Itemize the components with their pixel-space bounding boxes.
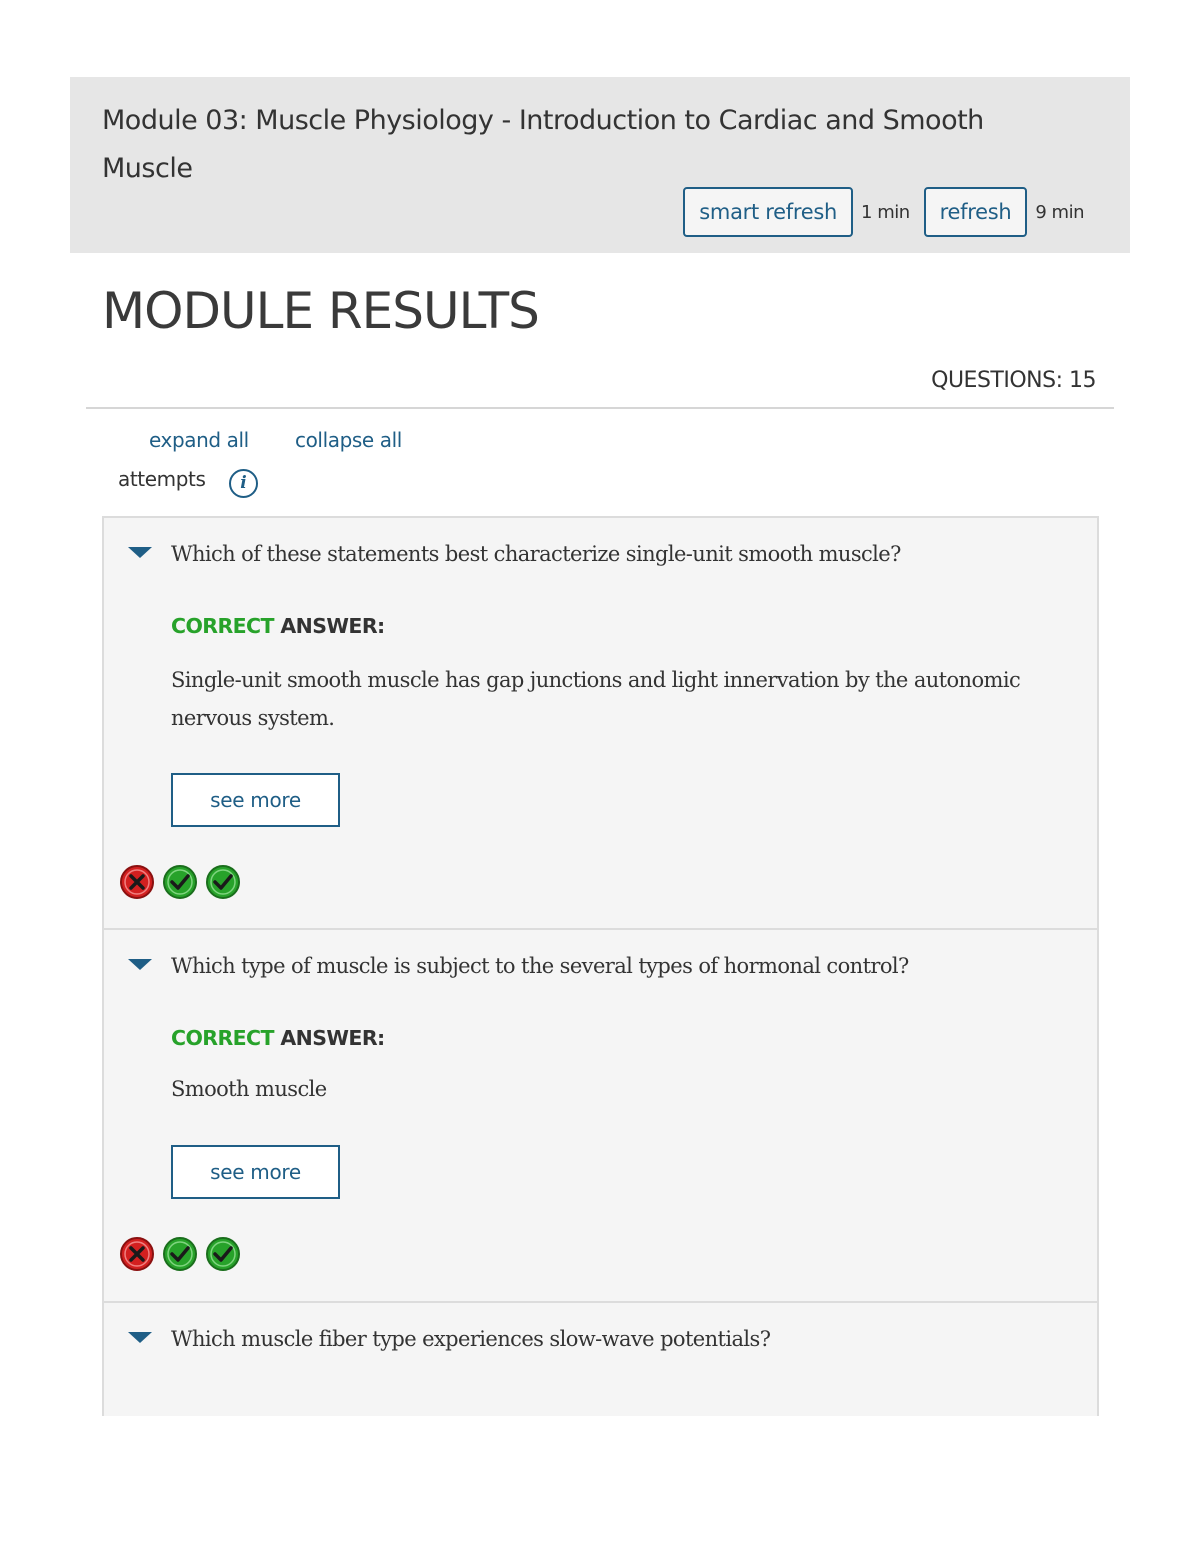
questions-list: Which of these statements best character…: [102, 516, 1099, 1416]
refresh-button[interactable]: refresh: [923, 187, 1028, 237]
correct-attempt-icon: [163, 865, 197, 899]
see-more-button[interactable]: see more: [171, 773, 340, 827]
caret-down-icon[interactable]: [128, 959, 152, 970]
attempts-label: attempts: [118, 467, 206, 491]
incorrect-attempt-icon: [120, 1237, 154, 1271]
question-item: Which type of muscle is subject to the s…: [104, 930, 1097, 1303]
divider: [86, 407, 1114, 409]
attempt-icons: [119, 1236, 241, 1272]
refresh-time: 9 min: [1035, 201, 1084, 223]
correct-attempt-icon: [163, 1237, 197, 1271]
caret-down-icon[interactable]: [128, 1332, 152, 1343]
expand-all-link[interactable]: expand all: [149, 428, 249, 452]
smart-refresh-time: 1 min: [861, 201, 910, 223]
answer-text: Single-unit smooth muscle has gap juncti…: [171, 668, 1021, 730]
module-header: Module 03: Muscle Physiology - Introduct…: [70, 77, 1130, 253]
answer-heading: CORRECT ANSWER:: [171, 1026, 385, 1050]
question-text: Which of these statements best character…: [171, 542, 901, 566]
questions-count: QUESTIONS: 15: [931, 368, 1096, 393]
question-text: Which muscle fiber type experiences slow…: [171, 1327, 771, 1351]
question-item: Which of these statements best character…: [104, 518, 1097, 930]
caret-down-icon[interactable]: [128, 547, 152, 558]
module-title: Module 03: Muscle Physiology - Introduct…: [102, 105, 984, 184]
answer-text: Smooth muscle: [171, 1077, 327, 1101]
info-icon[interactable]: i: [229, 469, 258, 498]
see-more-button[interactable]: see more: [171, 1145, 340, 1199]
correct-label: CORRECT: [171, 1026, 274, 1050]
page-title: MODULE RESULTS: [102, 282, 540, 340]
smart-refresh-button[interactable]: smart refresh: [683, 187, 854, 237]
correct-label: CORRECT: [171, 614, 274, 638]
incorrect-attempt-icon: [120, 865, 154, 899]
refresh-controls: smart refresh 1 min refresh 9 min: [683, 187, 1084, 237]
correct-attempt-icon: [206, 865, 240, 899]
collapse-all-link[interactable]: collapse all: [295, 428, 402, 452]
question-text: Which type of muscle is subject to the s…: [171, 954, 909, 978]
answer-heading: CORRECT ANSWER:: [171, 614, 385, 638]
answer-label: ANSWER:: [273, 614, 385, 638]
attempt-icons: [119, 864, 241, 900]
question-item: Which muscle fiber type experiences slow…: [104, 1303, 1097, 1416]
correct-attempt-icon: [206, 1237, 240, 1271]
answer-label: ANSWER:: [273, 1026, 385, 1050]
